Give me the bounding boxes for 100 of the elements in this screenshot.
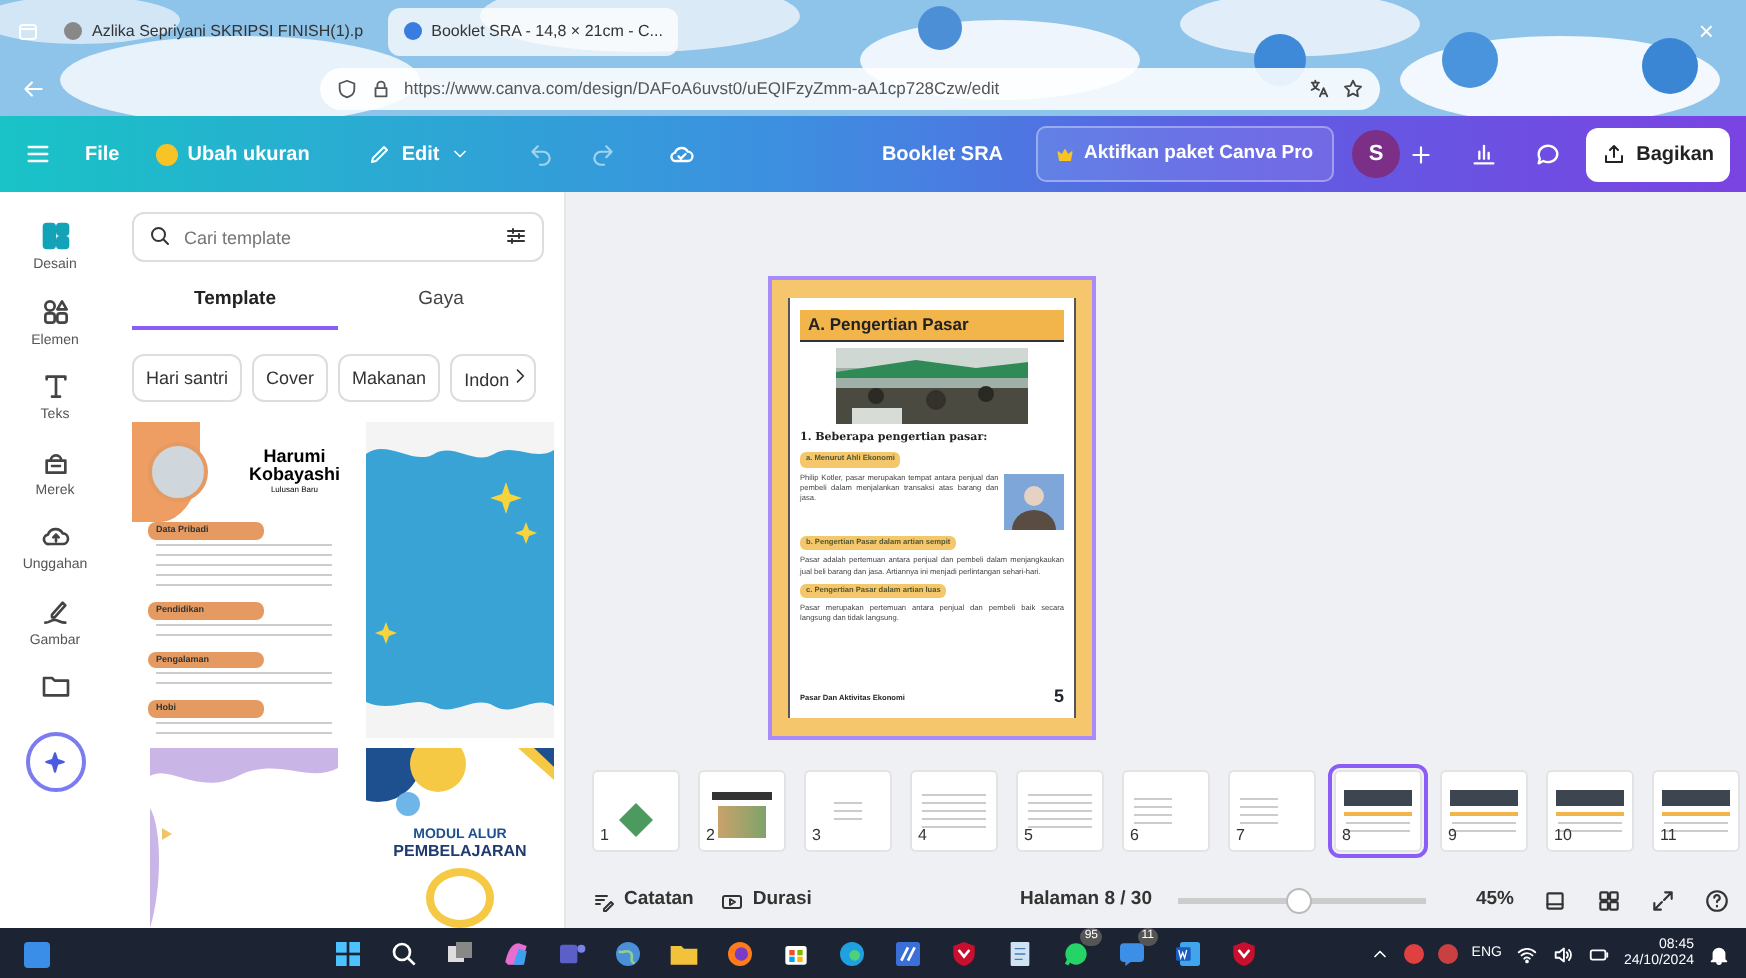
page-thumbnail[interactable]: 7 [1228, 770, 1316, 852]
notification-icon[interactable] [1708, 943, 1730, 965]
upgrade-button[interactable]: Aktifkan paket Canva Pro [1036, 125, 1334, 183]
page-thumbnail[interactable]: 11 [1652, 770, 1740, 852]
page-number: 1 [600, 824, 609, 848]
layout-icon [39, 220, 71, 252]
wifi-icon[interactable] [1515, 943, 1538, 965]
photo-strip-drawing [1556, 789, 1624, 805]
text-icon [39, 370, 71, 402]
taskbar-app[interactable] [610, 936, 646, 972]
notes-button[interactable]: Catatan [592, 886, 694, 916]
crown-icon [1056, 145, 1075, 163]
page-indicator[interactable]: Halaman 8 / 30 [1019, 886, 1152, 916]
search-field[interactable]: Cari template [132, 212, 544, 262]
page-thumbnail[interactable]: 2 [698, 770, 786, 852]
filter-chip[interactable]: Makanan [338, 354, 441, 402]
tray-app-icon[interactable] [1437, 944, 1458, 964]
name-text: Harumi [261, 447, 328, 466]
filter-icon[interactable] [504, 224, 528, 248]
photo-strip-drawing [1344, 789, 1412, 805]
page-number: 7 [1236, 824, 1245, 848]
help-icon[interactable] [1704, 888, 1730, 914]
copilot-icon [500, 938, 532, 970]
document-title[interactable]: Booklet SRA [867, 131, 1018, 177]
document-page[interactable] [768, 276, 1096, 740]
taskbar-app[interactable] [330, 936, 366, 972]
widgets-icon[interactable] [24, 941, 50, 967]
filter-chip[interactable]: Hari santri [132, 354, 243, 402]
tab-favicon-icon [403, 22, 422, 40]
pencil-icon [367, 142, 392, 166]
page-number: 6 [1130, 824, 1139, 848]
volume-icon[interactable] [1551, 943, 1574, 965]
word-logo-icon [1172, 938, 1204, 970]
fullscreen-icon[interactable] [1650, 888, 1676, 914]
crown-icon [155, 143, 178, 165]
shield-logo-icon [948, 938, 980, 970]
page-number: 11 [1660, 824, 1677, 848]
grid-view-icon[interactable] [1596, 888, 1622, 914]
page-thumbnail[interactable]: 6 [1122, 770, 1210, 852]
illustration-drawing [718, 805, 766, 837]
page-number: 3 [812, 824, 821, 848]
browser-tab[interactable]: Booklet SRA - 14,8 × 21cm - C... [387, 7, 679, 55]
windows-logo-icon [332, 938, 364, 970]
browser-tab[interactable]: Azlika Sepriyani SKRIPSI FINISH(1).p [48, 7, 380, 55]
page-number: 9 [1448, 824, 1457, 848]
fox-logo-icon [724, 938, 756, 970]
page-thumbnail[interactable]: 3 [804, 770, 892, 852]
panel-tab[interactable]: Gaya [338, 282, 544, 331]
taskbar-app[interactable] [834, 936, 870, 972]
star-icon[interactable] [1342, 78, 1364, 100]
taskbar-app[interactable] [890, 936, 926, 972]
shield-icon[interactable] [336, 78, 358, 100]
search-icon [148, 224, 172, 248]
shapes-icon [39, 295, 71, 327]
page-number: 2 [706, 824, 715, 848]
page-thumbnail[interactable]: 10 [1546, 770, 1634, 852]
address-bar[interactable]: https://www.canva.com/design/DAFoA6uvst0/uEQIFzyZmm-aA1cp728Czw/edit [320, 68, 1380, 110]
page-thumbnail[interactable]: 4 [910, 770, 998, 852]
plus-icon[interactable] [1408, 141, 1435, 167]
translate-icon[interactable] [1308, 78, 1330, 100]
photo-strip-drawing [1662, 789, 1730, 805]
filter-chip[interactable]: Indon [450, 354, 536, 402]
taskbar-app[interactable] [1170, 936, 1206, 972]
taskbar-app[interactable] [722, 936, 758, 972]
timer-icon [720, 889, 745, 913]
template-thumbnail[interactable] [366, 422, 554, 738]
page-thumbnail[interactable]: 8 [1334, 770, 1422, 852]
page-view-icon[interactable] [1542, 888, 1568, 914]
slider-thumb[interactable] [1286, 888, 1312, 914]
edge-logo-icon [836, 938, 868, 970]
page-heading: A. Pengertian Pasar [800, 310, 1064, 342]
panel-tab[interactable]: Template [132, 282, 338, 331]
url-text: https://www.canva.com/design/DAFoA6uvst0/uEQIFzyZmm-aA1cp728Czw/edit [404, 76, 1000, 102]
page-number: 5 [1024, 824, 1033, 848]
page-thumbnail[interactable]: 9 [1440, 770, 1528, 852]
page-number: 8 [1342, 824, 1351, 848]
page-number: 10 [1554, 824, 1572, 848]
zoom-level[interactable]: 45% [1475, 886, 1514, 916]
share-button[interactable]: Bagikan [1586, 127, 1730, 181]
tray-app-icon[interactable] [1403, 944, 1424, 964]
globe-icon [612, 938, 644, 970]
page-thumbnail[interactable]: 1 [592, 770, 680, 852]
comment-icon[interactable] [1534, 140, 1563, 168]
lock-icon[interactable] [370, 78, 392, 100]
page-thumbnail[interactable]: 5 [1016, 770, 1104, 852]
avatar[interactable]: S [1352, 130, 1401, 178]
title-text: PEMBELAJARAN [393, 843, 527, 861]
pen-icon [39, 595, 71, 627]
notes-icon [592, 889, 616, 913]
page-number: 5 [1053, 688, 1064, 706]
photo-strip-drawing [1450, 789, 1518, 805]
slash-app-icon [892, 938, 924, 970]
magic-button[interactable] [25, 732, 85, 792]
title-bar-drawing [712, 791, 772, 799]
duration-button[interactable]: Durasi [720, 886, 812, 916]
filter-chip[interactable]: Cover [252, 354, 329, 402]
chart-icon[interactable] [1470, 140, 1499, 168]
sparkle-icon [42, 749, 68, 775]
search-icon [388, 938, 420, 970]
name-text: Kobayashi [248, 465, 340, 485]
